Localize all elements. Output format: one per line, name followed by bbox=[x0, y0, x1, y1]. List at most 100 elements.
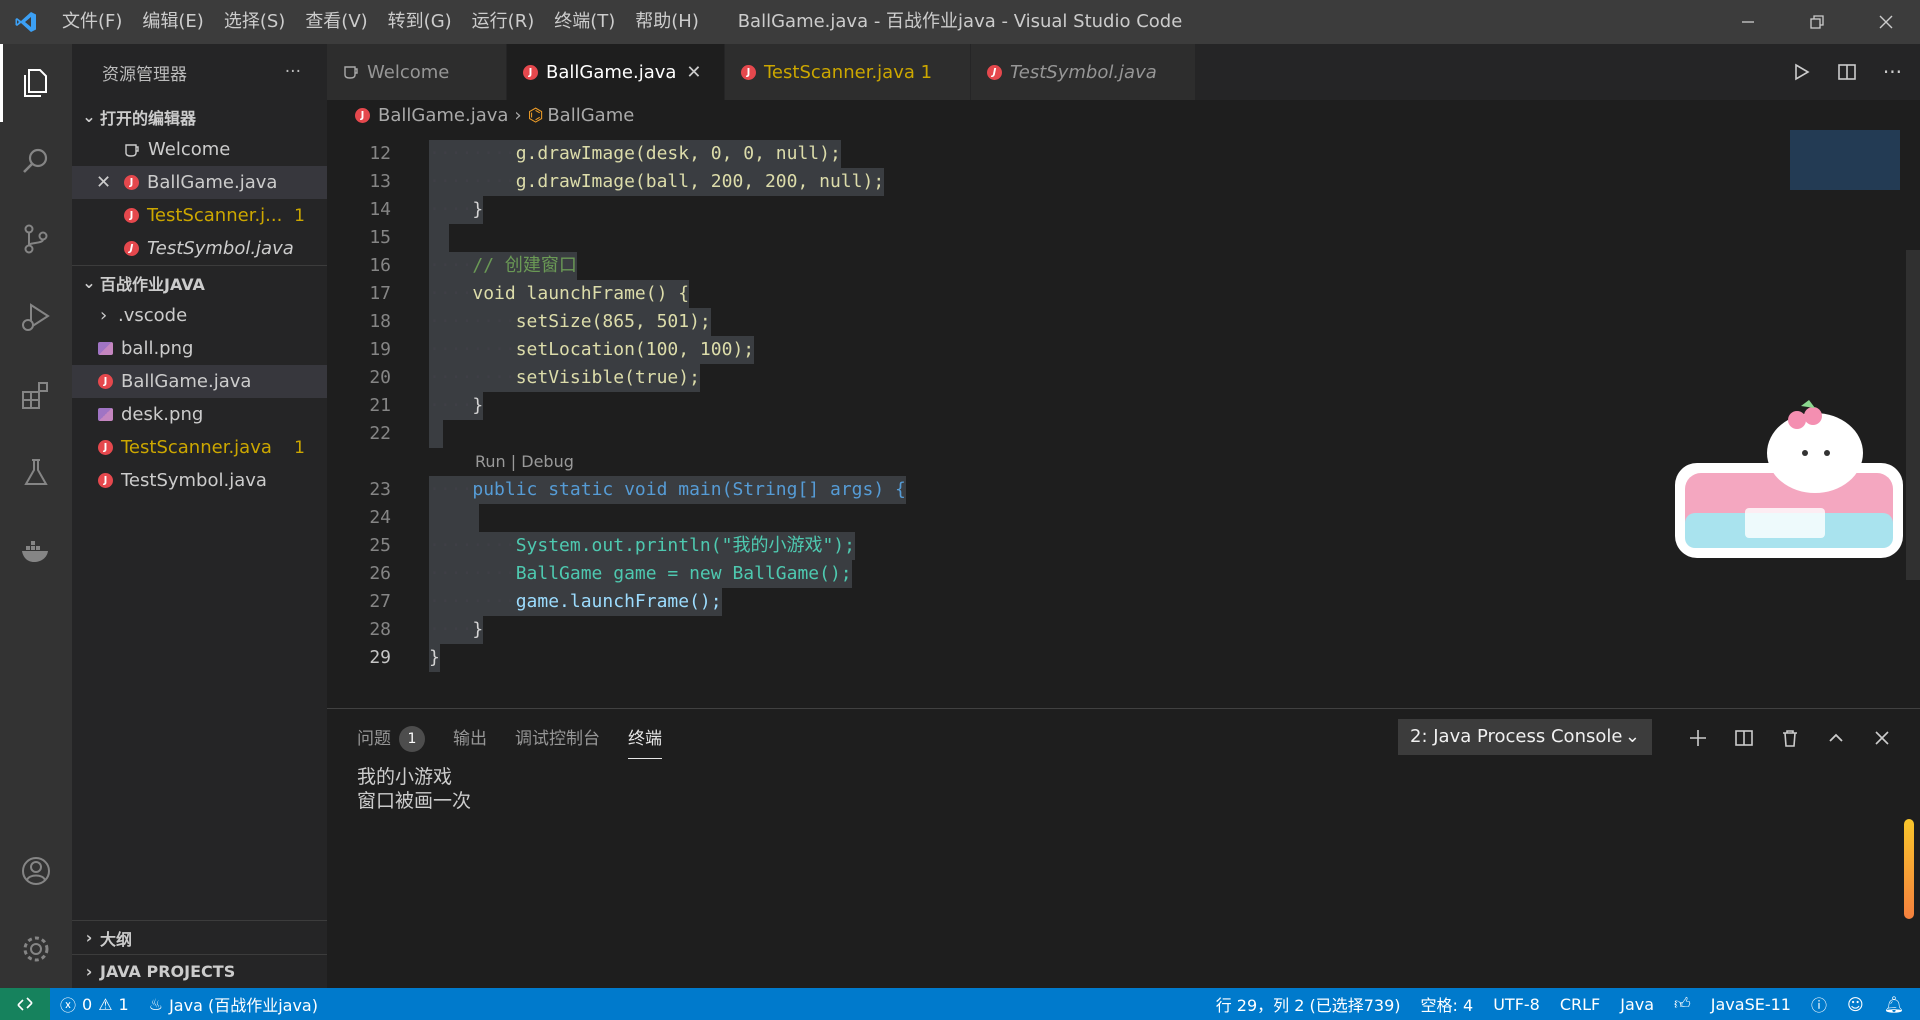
close-icon[interactable]: ✕ bbox=[96, 172, 124, 193]
open-editor-testsymbol[interactable]: J TestSymbol.java bbox=[72, 232, 327, 265]
open-editor-ballgame[interactable]: ✕ J BallGame.java bbox=[72, 166, 327, 199]
more-actions-icon[interactable]: ··· bbox=[1883, 60, 1902, 84]
tab-output[interactable]: 输出 bbox=[453, 723, 487, 759]
close-icon[interactable]: ✕ bbox=[686, 62, 701, 83]
explorer-header: 资源管理器 ··· bbox=[72, 44, 327, 100]
folder-vscode[interactable]: › .vscode bbox=[72, 299, 327, 332]
docker-icon[interactable] bbox=[0, 512, 72, 590]
terminal-output[interactable]: 我的小游戏 窗口被画一次 bbox=[357, 765, 471, 813]
accounts-icon[interactable] bbox=[0, 832, 72, 910]
code-text bbox=[429, 420, 443, 448]
workspace-title: 百战作业JAVA bbox=[100, 274, 205, 294]
code-text: ········setSize(865, 501); bbox=[429, 308, 711, 336]
more-actions-icon[interactable]: ··· bbox=[285, 62, 301, 82]
java-file-icon: J bbox=[124, 208, 139, 223]
editor-scrollbar[interactable] bbox=[1906, 250, 1920, 580]
trash-icon[interactable] bbox=[1780, 728, 1800, 748]
outline-section[interactable]: › 大纲 bbox=[72, 921, 327, 954]
breadcrumb-file[interactable]: BallGame.java bbox=[378, 105, 508, 126]
mascot-sticker-image bbox=[1675, 398, 1905, 573]
run-icon[interactable] bbox=[1791, 62, 1811, 82]
remote-icon[interactable] bbox=[0, 988, 50, 1020]
code-line: 20 ········setVisible(true); bbox=[327, 364, 1767, 392]
open-editors-section[interactable]: ⌄ 打开的编辑器 bbox=[72, 100, 327, 133]
menu-edit[interactable]: 编辑(E) bbox=[132, 0, 213, 44]
line-number: 16 bbox=[369, 255, 391, 276]
search-icon[interactable] bbox=[0, 122, 72, 200]
testing-icon[interactable] bbox=[0, 434, 72, 512]
end-of-line[interactable]: CRLF bbox=[1550, 988, 1610, 1020]
codelens-run-debug[interactable]: Run | Debug bbox=[475, 448, 574, 476]
terminal-select-dropdown[interactable]: 2: Java Process Console ⌄ bbox=[1398, 719, 1652, 755]
java-file-icon: J bbox=[987, 64, 1002, 80]
tab-ballgame[interactable]: J BallGame.java ✕ bbox=[507, 44, 725, 100]
terminal-scrollbar[interactable] bbox=[1904, 819, 1914, 919]
close-window-button[interactable] bbox=[1851, 0, 1920, 44]
file-ball-png[interactable]: ball.png bbox=[72, 332, 327, 365]
info-icon[interactable]: ⓘ bbox=[1801, 988, 1837, 1020]
menu-file[interactable]: 文件(F) bbox=[52, 0, 132, 44]
chevron-down-icon: ⌄ bbox=[82, 107, 96, 126]
chevron-up-icon[interactable] bbox=[1826, 728, 1846, 748]
run-debug-icon[interactable] bbox=[0, 278, 72, 356]
breadcrumb-symbol[interactable]: BallGame bbox=[547, 105, 634, 126]
explorer-icon[interactable] bbox=[0, 44, 72, 122]
cursor-position[interactable]: 行 29，列 2 (已选择739) bbox=[1206, 988, 1411, 1020]
settings-gear-icon[interactable] bbox=[0, 910, 72, 988]
tab-welcome[interactable]: Welcome bbox=[327, 44, 507, 100]
code-line: 26 ········BallGame game = new BallGame(… bbox=[327, 560, 1767, 588]
language-mode[interactable]: Java bbox=[1610, 988, 1664, 1020]
problems-status[interactable]: ⓧ 0 ⚠ 1 bbox=[50, 988, 139, 1020]
code-text: ········game.launchFrame(); bbox=[429, 588, 722, 616]
split-editor-icon[interactable] bbox=[1837, 62, 1857, 82]
workspace-section[interactable]: ⌄ 百战作业JAVA bbox=[72, 266, 327, 299]
java-projects-section[interactable]: › JAVA PROJECTS bbox=[72, 955, 327, 988]
split-terminal-icon[interactable] bbox=[1734, 728, 1754, 748]
code-text: ····void launchFrame() { bbox=[429, 280, 690, 308]
minimize-button[interactable] bbox=[1713, 0, 1782, 44]
file-ballgame-java[interactable]: J BallGame.java bbox=[72, 365, 327, 398]
file-testsymbol-java[interactable]: J TestSymbol.java bbox=[72, 464, 327, 497]
chevron-right-icon: › bbox=[514, 104, 522, 126]
menu-go[interactable]: 转到(G) bbox=[378, 0, 462, 44]
code-line: 23 ····public static void main(String[] … bbox=[327, 476, 1767, 504]
indentation[interactable]: 空格: 4 bbox=[1411, 988, 1484, 1020]
tab-testsymbol[interactable]: J TestSymbol.java bbox=[971, 44, 1196, 100]
code-text: ········g.drawImage(desk, 0, 0, null); bbox=[429, 140, 841, 168]
menu-help[interactable]: 帮助(H) bbox=[625, 0, 709, 44]
thumbs-up-icon[interactable]: 👍︎ bbox=[1664, 988, 1701, 1020]
code-text: ········g.drawImage(ball, 200, 200, null… bbox=[429, 168, 885, 196]
new-terminal-icon[interactable] bbox=[1688, 728, 1708, 748]
java-file-icon: J bbox=[98, 473, 113, 488]
code-text: ····// 创建窗口 bbox=[429, 252, 577, 280]
source-control-icon[interactable] bbox=[0, 200, 72, 278]
notifications-bell-icon[interactable]: 🔔︎ bbox=[1874, 988, 1914, 1020]
tab-debug-console[interactable]: 调试控制台 bbox=[515, 723, 600, 759]
encoding[interactable]: UTF-8 bbox=[1483, 988, 1550, 1020]
file-testscanner-java[interactable]: J TestScanner.java 1 bbox=[72, 431, 327, 464]
menu-run[interactable]: 运行(R) bbox=[462, 0, 545, 44]
code-line: 25 ········System.out.println("我的小游戏"); bbox=[327, 532, 1767, 560]
menu-view[interactable]: 查看(V) bbox=[295, 0, 377, 44]
restore-button[interactable] bbox=[1782, 0, 1851, 44]
open-editor-welcome[interactable]: Welcome bbox=[72, 133, 327, 166]
menu-selection[interactable]: 选择(S) bbox=[214, 0, 295, 44]
jdk-version[interactable]: JavaSE-11 bbox=[1701, 988, 1801, 1020]
tab-testscanner[interactable]: J TestScanner.java 1 bbox=[725, 44, 971, 100]
close-panel-icon[interactable] bbox=[1872, 728, 1892, 748]
feedback-icon[interactable]: ☺ bbox=[1837, 988, 1874, 1020]
menu-terminal[interactable]: 终端(T) bbox=[544, 0, 625, 44]
code-text: ········System.out.println("我的小游戏"); bbox=[429, 532, 855, 560]
file-label: TestScanner.java bbox=[121, 437, 272, 458]
code-text: ····} bbox=[429, 196, 484, 224]
java-project-status[interactable]: ♨ Java (百战作业java) bbox=[139, 988, 328, 1020]
open-editor-testscanner[interactable]: J TestScanner.j... 1 bbox=[72, 199, 327, 232]
tab-problems[interactable]: 问题 1 bbox=[357, 723, 425, 759]
tab-terminal[interactable]: 终端 bbox=[628, 723, 662, 759]
extensions-icon[interactable] bbox=[0, 356, 72, 434]
file-desk-png[interactable]: desk.png bbox=[72, 398, 327, 431]
line-number: 29 bbox=[369, 647, 391, 668]
line-number: 12 bbox=[369, 143, 391, 164]
code-line: 17 ····void launchFrame() { bbox=[327, 280, 1767, 308]
minimap[interactable] bbox=[1790, 130, 1900, 190]
